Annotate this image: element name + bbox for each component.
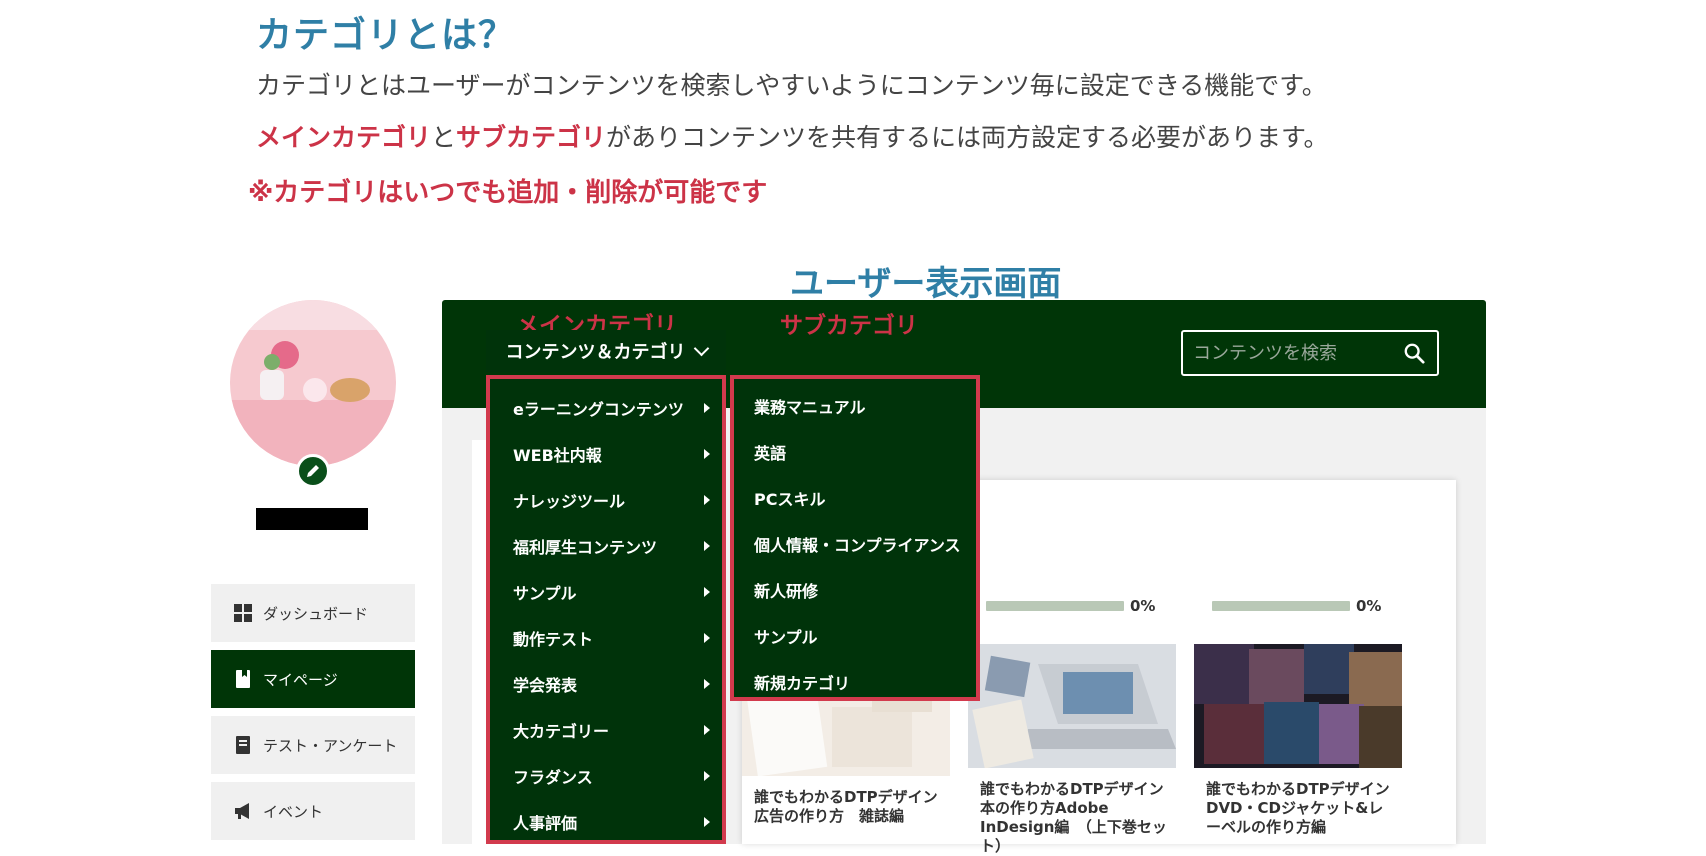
menu-item-label: 人事評価	[513, 814, 578, 833]
sidebar-item-event[interactable]: イベント	[211, 782, 415, 840]
sidebar-item-test-survey[interactable]: テスト・アンケート	[211, 716, 415, 774]
course-card[interactable]: 0% 誰でもわかるDTPデザイン DVD・CDジャケット&レーベルの作り方編	[1194, 572, 1405, 844]
sub-category-menu: 業務マニュアル 英語 PCスキル 個人情報・コンプライアンス 新人研修 サンプル…	[730, 375, 980, 701]
course-thumbnail	[968, 644, 1176, 768]
menu-item-label: 新規カテゴリ	[754, 674, 851, 693]
sidebar-item-label: マイページ	[263, 670, 338, 689]
intro-requirement-text: がありコンテンツを共有するには両方設定する必要があります。	[606, 123, 1329, 152]
course-title: 誰でもわかるDTPデザイン 本の作り方Adobe InDesign編 （上下巻セ…	[980, 780, 1179, 855]
main-category-item[interactable]: 大カテゴリー	[486, 707, 726, 753]
course-thumbnail	[1194, 644, 1402, 768]
caret-right-icon	[704, 633, 710, 643]
menu-item-label: 個人情報・コンプライアンス	[754, 536, 961, 555]
caret-right-icon	[704, 541, 710, 551]
main-category-menu: eラーニングコンテンツ WEB社内報 ナレッジツール 福利厚生コンテンツ サンプ…	[486, 375, 726, 844]
main-category-item[interactable]: eラーニングコンテンツ	[486, 385, 726, 431]
course-card[interactable]: 0% 誰でもわかるDTPデザイン 本の作り方Adobe InDesign編 （上…	[968, 572, 1179, 855]
notebook-icon	[236, 736, 250, 754]
caret-right-icon	[704, 495, 710, 505]
pencil-icon	[307, 465, 319, 477]
sidebar-item-label: イベント	[263, 802, 324, 821]
sub-category-item[interactable]: 業務マニュアル	[730, 383, 980, 429]
menu-item-label: フラダンス	[513, 768, 593, 787]
main-category-term: メインカテゴリ	[256, 123, 432, 152]
caret-right-icon	[704, 587, 710, 597]
sub-category-item[interactable]: 新規カテゴリ	[730, 659, 980, 705]
menu-item-label: 動作テスト	[513, 630, 594, 649]
chevron-down-icon	[693, 340, 709, 357]
caret-right-icon	[704, 403, 710, 413]
menu-item-label: 業務マニュアル	[754, 398, 866, 417]
main-category-item[interactable]: 動作テスト	[486, 615, 726, 661]
search-box	[1181, 330, 1439, 376]
main-category-item[interactable]: 学会発表	[486, 661, 726, 707]
menu-item-label: ナレッジツール	[513, 492, 626, 511]
main-category-item[interactable]: 福利厚生コンテンツ	[486, 523, 726, 569]
progress-bar	[1212, 601, 1350, 611]
sub-category-item[interactable]: 新人研修	[730, 567, 980, 613]
intro-note: ※カテゴリはいつでも追加・削除が可能です	[248, 178, 768, 208]
course-title: 誰でもわかるDTPデザイン 広告の作り方 雑誌編	[754, 788, 953, 825]
menu-item-label: サンプル	[513, 584, 577, 603]
progress-row: 0%	[1212, 596, 1402, 616]
course-title: 誰でもわかるDTPデザイン DVD・CDジャケット&レーベルの作り方編	[1206, 780, 1405, 836]
contents-category-menu-button[interactable]: コンテンツ＆カテゴリ	[486, 330, 726, 372]
intro-heading: カテゴリとは？	[256, 15, 516, 56]
main-category-item[interactable]: フラダンス	[486, 753, 726, 799]
sub-category-term: サブカテゴリ	[456, 123, 607, 152]
menu-item-label: WEB社内報	[513, 446, 602, 465]
megaphone-icon	[235, 803, 249, 819]
caret-right-icon	[704, 449, 710, 459]
sub-category-item[interactable]: 英語	[730, 429, 980, 475]
progress-row: 0%	[986, 596, 1176, 616]
main-category-item[interactable]: WEB社内報	[486, 431, 726, 477]
sub-category-item[interactable]: サンプル	[730, 613, 980, 659]
menu-item-label: 大カテゴリー	[513, 722, 610, 741]
progress-text: 0%	[1356, 597, 1382, 615]
progress-bar	[986, 601, 1124, 611]
menu-item-label: PCスキル	[754, 490, 826, 509]
menu-item-label: 福利厚生コンテンツ	[513, 538, 658, 557]
bookmark-icon	[236, 670, 250, 688]
intro-description: カテゴリとはユーザーがコンテンツを検索しやすいようにコンテンツ毎に設定できる機能…	[256, 71, 1327, 100]
caret-right-icon	[704, 725, 710, 735]
main-category-item[interactable]: サンプル	[486, 569, 726, 615]
sidebar-item-dashboard[interactable]: ダッシュボード	[211, 584, 415, 642]
sidebar-item-label: テスト・アンケート	[263, 736, 398, 755]
sidebar-item-label: ダッシュボード	[263, 604, 369, 623]
menu-item-label: eラーニングコンテンツ	[513, 400, 684, 419]
menu-item-label: 英語	[754, 444, 787, 463]
avatar	[230, 300, 396, 466]
menu-item-label: 学会発表	[513, 676, 578, 695]
menu-item-label: 新人研修	[754, 582, 819, 601]
search-input[interactable]	[1191, 341, 1385, 365]
sub-category-label: サブカテゴリ	[780, 313, 918, 339]
edit-avatar-button[interactable]	[296, 454, 330, 488]
sub-category-item[interactable]: 個人情報・コンプライアンス	[730, 521, 980, 567]
menu-button-label: コンテンツ＆カテゴリ	[505, 342, 686, 363]
progress-text: 0%	[1130, 597, 1156, 615]
sidebar-item-mypage[interactable]: マイページ	[211, 650, 415, 708]
caret-right-icon	[704, 817, 710, 827]
sub-category-item[interactable]: PCスキル	[730, 475, 980, 521]
main-category-item[interactable]: 人事評価	[486, 799, 726, 845]
dashboard-icon	[234, 604, 252, 622]
conjunction-text: と	[431, 123, 457, 152]
main-category-item[interactable]: ナレッジツール	[486, 477, 726, 523]
username-redacted	[256, 508, 368, 530]
menu-item-label: サンプル	[754, 628, 818, 647]
caret-right-icon	[704, 771, 710, 781]
caret-right-icon	[704, 679, 710, 689]
intro-categories-line: メインカテゴリとサブカテゴリがありコンテンツを共有するには両方設定する必要があり…	[256, 118, 1329, 154]
search-icon[interactable]	[1403, 342, 1425, 364]
screen-title: ユーザー表示画面	[790, 264, 1062, 304]
